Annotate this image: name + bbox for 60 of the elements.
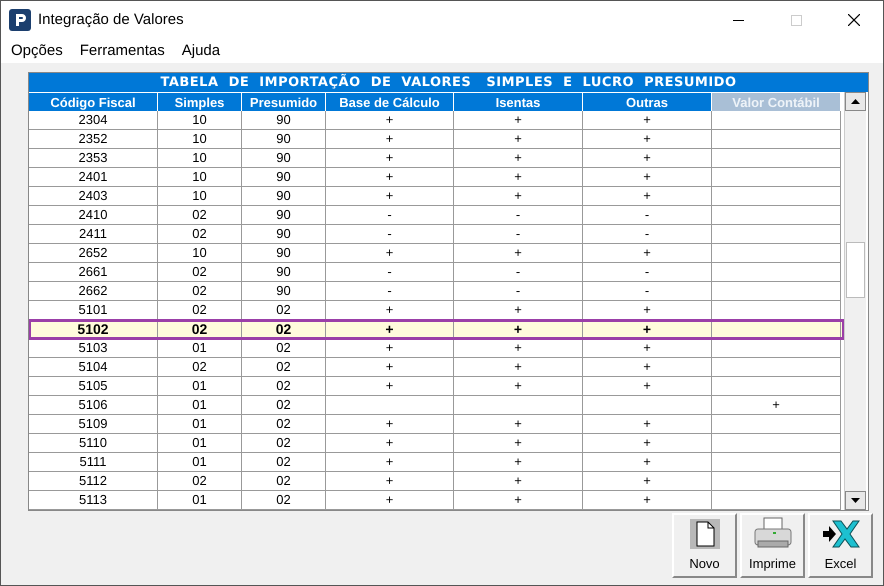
table-row[interactable]: 5111 01 02 + + +: [29, 453, 844, 472]
table-cell: 02: [242, 491, 326, 510]
table-cell: 01: [158, 491, 242, 510]
column-header: Base de Cálculo: [326, 92, 454, 111]
table-row[interactable]: 5113 01 02 + + +: [29, 491, 844, 510]
table-row[interactable]: 5106 01 02 +: [29, 396, 844, 415]
column-header: Isentas: [454, 92, 583, 111]
menu-item[interactable]: Ajuda: [182, 40, 220, 62]
menu-item[interactable]: Ferramentas: [80, 40, 165, 62]
table-row[interactable]: 5104 02 02 + + +: [29, 358, 844, 377]
app-logo-icon: [9, 9, 31, 31]
column-header: Valor Contábil: [712, 92, 841, 111]
table-row[interactable]: 2652 10 90 + + +: [29, 244, 844, 263]
table-row[interactable]: 2661 02 90 - - -: [29, 263, 844, 282]
table-cell: +: [583, 491, 712, 510]
close-icon: [848, 14, 860, 26]
table-row[interactable]: 5112 02 02 + + +: [29, 472, 844, 491]
selected-row[interactable]: 5102 02 02 + + +: [29, 320, 844, 339]
table-cell: +: [454, 491, 583, 510]
table-row[interactable]: 2403 10 90 + + +: [29, 187, 844, 206]
table-cell: 02: [158, 320, 242, 339]
table-row[interactable]: 2401 10 90 + + +: [29, 168, 844, 187]
table-row[interactable]: 5101 02 02 + + +: [29, 301, 844, 320]
printer-icon: [752, 516, 792, 550]
export-arrow-icon: [820, 518, 860, 548]
table-cell: +: [454, 320, 583, 339]
scroll-up-button[interactable]: [845, 92, 866, 111]
column-header: Outras: [583, 92, 712, 111]
column-header: Código Fiscal: [29, 92, 158, 111]
table-cell: 5113: [29, 491, 158, 510]
table-row[interactable]: 2352 10 90 + + +: [29, 130, 844, 149]
table-cell: +: [583, 320, 712, 339]
down-arrow-icon: [851, 498, 860, 503]
table-row[interactable]: 2353 10 90 + + +: [29, 149, 844, 168]
table-row[interactable]: 2411 02 90 - - -: [29, 225, 844, 244]
scrollbar[interactable]: [844, 92, 866, 510]
table-row[interactable]: 5103 01 02 + + +: [29, 339, 844, 358]
table-row[interactable]: 2410 02 90 - - -: [29, 206, 844, 225]
excel-button[interactable]: Excel: [808, 513, 873, 578]
table-title: TABELA DE IMPORTAÇÃO DE VALORES SIMPLES E LUCRO PRESUMIDO: [29, 73, 868, 92]
menu-item[interactable]: Opções: [11, 40, 63, 62]
new-button[interactable]: Novo: [672, 513, 737, 578]
table-row[interactable]: 2662 02 90 - - -: [29, 282, 844, 301]
table-row[interactable]: 5109 01 02 + + +: [29, 415, 844, 434]
table-cell: +: [326, 491, 454, 510]
table-cell: 02: [242, 320, 326, 339]
window-title: Integração de Valores: [38, 10, 184, 30]
maximize-icon: [790, 14, 802, 26]
table-row[interactable]: 5110 01 02 + + +: [29, 434, 844, 453]
print-button[interactable]: Imprime: [740, 513, 805, 578]
scroll-thumb[interactable]: [846, 242, 865, 298]
table-row[interactable]: 5105 01 02 + + +: [29, 377, 844, 396]
table-cell: +: [326, 320, 454, 339]
table-cell: 5102: [29, 320, 158, 339]
table-row[interactable]: 2304 10 90 + + +: [29, 111, 844, 130]
scroll-down-button[interactable]: [845, 491, 866, 510]
column-header: Simples: [158, 92, 242, 111]
up-arrow-icon: [851, 99, 860, 104]
column-header: Presumido: [242, 92, 326, 111]
document-icon: [690, 518, 720, 548]
